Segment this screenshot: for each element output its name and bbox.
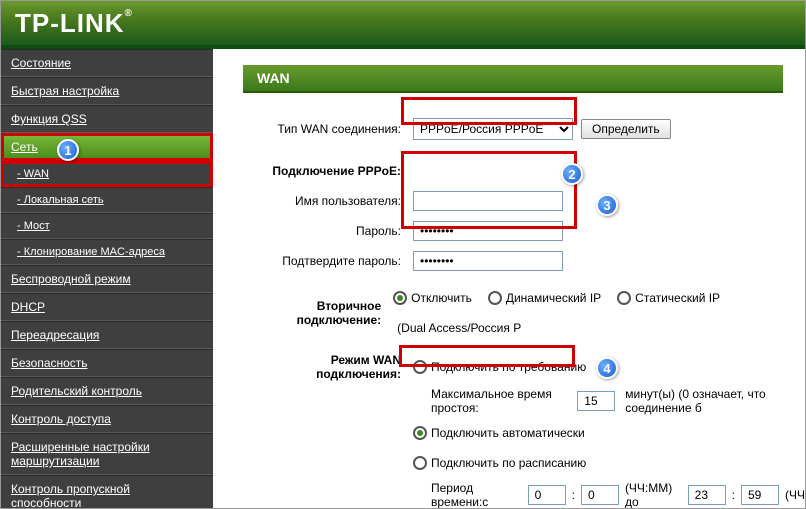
username-label: Имя пользователя: (243, 194, 413, 208)
confirm-password-label: Подтвердите пароль: (243, 254, 413, 268)
radio-icon (393, 291, 407, 305)
radio-disable[interactable]: Отключить (393, 291, 472, 305)
nav-security[interactable]: Безопасность (1, 349, 213, 377)
nav-network[interactable]: Сеть (1, 133, 213, 161)
radio-auto[interactable]: Подключить автоматически (413, 426, 585, 440)
sidebar: Состояние Быстрая настройка Функция QSS … (1, 49, 213, 508)
marker-1: 1 (57, 139, 79, 161)
nav-dhcp[interactable]: DHCP (1, 293, 213, 321)
nav-routing[interactable]: Расширенные настройки маршрутизации (1, 433, 213, 475)
time-to-h[interactable] (688, 485, 726, 505)
detect-button[interactable]: Определить (581, 119, 671, 139)
marker-2: 2 (561, 163, 583, 185)
idle-label: Максимальное время простоя: (431, 387, 571, 415)
marker-3: 3 (596, 194, 618, 216)
wan-type-select[interactable]: PPPoE/Россия PPPoE (413, 118, 573, 140)
nav-lan[interactable]: - Локальная сеть (1, 187, 213, 213)
username-input[interactable] (413, 191, 563, 211)
main-content: WAN Тип WAN соединения: PPPoE/Россия PPP… (213, 49, 805, 508)
radio-icon (488, 291, 502, 305)
password-input[interactable] (413, 221, 563, 241)
logo: TP-LINK® (15, 8, 133, 39)
time-to-m[interactable] (741, 485, 779, 505)
idle-time-input[interactable] (577, 391, 615, 411)
nav-qss[interactable]: Функция QSS (1, 105, 213, 133)
nav-quick-setup[interactable]: Быстрая настройка (1, 77, 213, 105)
radio-schedule[interactable]: Подключить по расписанию (413, 456, 586, 470)
nav-bridge[interactable]: - Мост (1, 213, 213, 239)
radio-dynip[interactable]: Динамический IP (488, 291, 601, 305)
hhmm-note: (ЧЧ:ММ) до (625, 481, 682, 508)
radio-on-demand[interactable]: Подключить по требованию (413, 360, 586, 374)
confirm-password-input[interactable] (413, 251, 563, 271)
nav-access[interactable]: Контроль доступа (1, 405, 213, 433)
pppoe-section-label: Подключение PPPoE: (243, 164, 413, 178)
secondary-conn-label: Вторичное подключение: (243, 299, 393, 327)
idle-suffix: минут(ы) (0 означает, что соединение б (625, 387, 805, 415)
nav-parental[interactable]: Родительский контроль (1, 377, 213, 405)
wan-mode-label: Режим WAN подключения: (243, 353, 413, 381)
hhmm-note2: (ЧЧ (785, 488, 805, 502)
time-from-m[interactable] (581, 485, 619, 505)
nav-status[interactable]: Состояние (1, 49, 213, 77)
radio-icon (617, 291, 631, 305)
nav-wan[interactable]: - WAN (1, 161, 213, 187)
radio-staticip[interactable]: Статический IP (617, 291, 720, 305)
nav-wireless[interactable]: Беспроводной режим (1, 265, 213, 293)
radio-icon (413, 360, 427, 374)
radio-icon (413, 426, 427, 440)
wan-type-label: Тип WAN соединения: (243, 122, 413, 136)
radio-icon (413, 456, 427, 470)
nav-bandwidth[interactable]: Контроль пропускной способности (1, 475, 213, 508)
period-label: Период времени:с (431, 481, 522, 508)
dual-access-note: (Dual Access/Россия P (397, 321, 521, 335)
nav-mac-clone[interactable]: - Клонирование MAC-адреса (1, 239, 213, 265)
time-from-h[interactable] (528, 485, 566, 505)
page-title: WAN (243, 65, 783, 93)
marker-4: 4 (596, 357, 618, 379)
nav-forwarding[interactable]: Переадресация (1, 321, 213, 349)
header: TP-LINK® (1, 1, 805, 49)
password-label: Пароль: (243, 224, 413, 238)
